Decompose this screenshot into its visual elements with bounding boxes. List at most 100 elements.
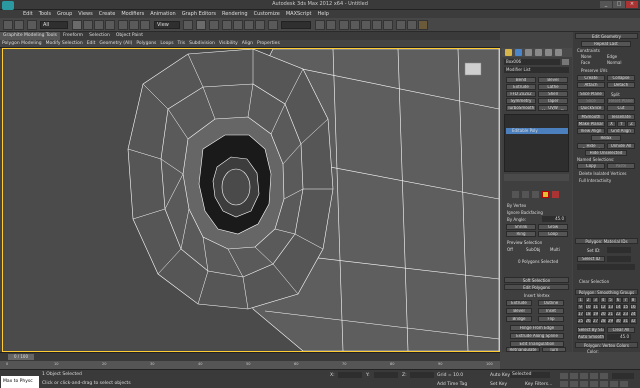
- smoothing-group-button[interactable]: 29: [607, 318, 614, 324]
- hide-unselected-button[interactable]: Hide Unselected: [585, 150, 627, 156]
- select-manipulate-icon[interactable]: [196, 20, 206, 30]
- paste-button[interactable]: Paste: [607, 163, 635, 169]
- align-icon[interactable]: [326, 20, 336, 30]
- stack-item-editable-poly[interactable]: Editable Poly: [506, 128, 568, 134]
- by-angle-checkbox[interactable]: By Angle:: [507, 217, 526, 222]
- smoothing-group-button[interactable]: 3: [592, 297, 599, 303]
- smoothing-group-button[interactable]: 9: [577, 304, 584, 310]
- hierarchy-tab-icon[interactable]: [525, 49, 532, 56]
- menu-group[interactable]: Group: [54, 10, 75, 18]
- selection-filter-dropdown[interactable]: All: [40, 21, 68, 29]
- menu-animation[interactable]: Animation: [147, 10, 179, 18]
- key-mode-dropdown[interactable]: Selected: [510, 372, 550, 378]
- material-ids-rollout[interactable]: Polygon: Material IDs: [575, 238, 638, 244]
- planar-x-button[interactable]: X: [607, 121, 616, 127]
- minimize-button[interactable]: _: [600, 1, 612, 8]
- time-slider-thumb[interactable]: 0 / 100: [8, 354, 34, 360]
- scale-icon[interactable]: [140, 20, 150, 30]
- extrude-mod-button[interactable]: Extrude: [506, 84, 536, 90]
- quickslice-button[interactable]: QuickSlice: [577, 105, 605, 111]
- auto-key-button[interactable]: Auto Key: [490, 373, 510, 378]
- clear-all-button[interactable]: Clear All: [607, 327, 635, 333]
- ribbon-tris[interactable]: Tris: [176, 40, 188, 48]
- tab-graphite-modeling-tools[interactable]: Graphite Modeling Tools: [0, 32, 61, 40]
- keyboard-shortcut-icon[interactable]: [209, 20, 219, 30]
- zoom-extents-icon[interactable]: [580, 381, 588, 387]
- tab-object-paint[interactable]: Object Paint: [113, 32, 146, 40]
- bevel-mod-button[interactable]: Bevel: [538, 77, 568, 83]
- material-editor-icon[interactable]: [383, 20, 393, 30]
- slice-button[interactable]: Slice: [577, 98, 605, 104]
- menu-rendering[interactable]: Rendering: [219, 10, 251, 18]
- move-icon[interactable]: [118, 20, 128, 30]
- smoothing-groups-rollout[interactable]: Polygon: Smoothing Groups: [575, 289, 638, 295]
- turbosmooth-button[interactable]: TurboSmooth: [506, 105, 536, 111]
- inset-button[interactable]: Inset: [538, 308, 564, 314]
- orbit-icon[interactable]: [610, 381, 618, 387]
- vertex-level-icon[interactable]: [512, 191, 519, 198]
- z-coord-field[interactable]: [410, 372, 434, 378]
- symmetry-button[interactable]: Symmetry: [506, 98, 536, 104]
- grow-button[interactable]: Grow: [538, 224, 568, 230]
- field-of-view-icon[interactable]: [590, 381, 598, 387]
- smoothing-group-button[interactable]: 24: [629, 311, 637, 317]
- ribbon-polygons[interactable]: Polygons: [134, 40, 158, 48]
- track-bar[interactable]: 0 10 20 30 40 50 60 70 80 90 100: [0, 361, 500, 369]
- planar-z-button[interactable]: Z: [627, 121, 636, 127]
- insert-vertex-button[interactable]: Insert Vertex: [524, 293, 550, 298]
- full-interactivity-checkbox[interactable]: Full Interactivity: [579, 178, 611, 183]
- smoothing-group-button[interactable]: 7: [622, 297, 629, 303]
- smoothing-group-button[interactable]: 30: [614, 318, 622, 324]
- edge-level-icon[interactable]: [522, 191, 529, 198]
- msmooth-button[interactable]: MSmooth: [577, 114, 605, 120]
- smoothing-group-button[interactable]: 12: [599, 304, 607, 310]
- menu-views[interactable]: Views: [75, 10, 95, 18]
- zoom-icon[interactable]: [560, 381, 568, 387]
- vertex-colors-rollout[interactable]: Polygon: Vertex Colors: [575, 342, 638, 348]
- smoothing-group-button[interactable]: 22: [614, 311, 622, 317]
- go-to-start-icon[interactable]: [560, 373, 568, 379]
- split-checkbox[interactable]: Split: [611, 92, 620, 97]
- next-frame-icon[interactable]: [590, 373, 598, 379]
- element-level-icon[interactable]: [552, 191, 559, 198]
- ribbon-properties[interactable]: Properties: [255, 40, 282, 48]
- grid-align-button[interactable]: Grid Align: [607, 128, 635, 134]
- smoothing-group-button[interactable]: 27: [592, 318, 599, 324]
- smoothing-group-button[interactable]: 26: [584, 318, 592, 324]
- menu-modifiers[interactable]: Modifiers: [118, 10, 147, 18]
- rotate-icon[interactable]: [129, 20, 139, 30]
- menu-tools[interactable]: Tools: [36, 10, 54, 18]
- loop-button[interactable]: Loop: [538, 231, 568, 237]
- cut-button[interactable]: Cut: [607, 105, 635, 111]
- attach-button[interactable]: Attach: [577, 82, 605, 88]
- bevel-button[interactable]: Bevel: [506, 308, 532, 314]
- uvw-mapping-button[interactable]: UVW Mapping Cl: [538, 105, 568, 111]
- smoothing-group-button[interactable]: 13: [607, 304, 614, 310]
- spinner-snap-icon[interactable]: [255, 20, 265, 30]
- reference-coordinate-dropdown[interactable]: View: [154, 21, 180, 29]
- graphite-toggle-icon[interactable]: [350, 20, 360, 30]
- preview-subobj-radio[interactable]: SubObj: [526, 247, 540, 252]
- snap-toggle-icon[interactable]: [222, 20, 232, 30]
- ribbon-modify-selection[interactable]: Modify Selection: [44, 40, 85, 48]
- select-id-button[interactable]: Select ID: [577, 256, 605, 262]
- redo-icon[interactable]: [14, 20, 24, 30]
- constraint-normal-radio[interactable]: Normal: [607, 60, 621, 65]
- smoothing-group-button[interactable]: 16: [629, 304, 637, 310]
- object-color-swatch[interactable]: [562, 59, 569, 65]
- smoothing-group-button[interactable]: 23: [622, 311, 629, 317]
- x-coord-field[interactable]: [338, 372, 362, 378]
- smoothing-group-button[interactable]: 17: [577, 311, 584, 317]
- ribbon-align[interactable]: Align: [240, 40, 255, 48]
- named-selection-dropdown[interactable]: [281, 21, 311, 29]
- ffd-button[interactable]: FFD 2x2x2: [506, 91, 536, 97]
- bend-button[interactable]: Bend: [506, 77, 536, 83]
- smoothing-group-button[interactable]: 28: [599, 318, 607, 324]
- polygon-level-icon[interactable]: [542, 191, 549, 198]
- turn-button[interactable]: Turn: [542, 347, 566, 352]
- ribbon-polygon-modeling[interactable]: Polygon Modeling: [0, 40, 44, 48]
- go-to-end-icon[interactable]: [600, 373, 608, 379]
- make-planar-button[interactable]: Make Planar: [577, 121, 605, 127]
- create-button[interactable]: Create: [577, 75, 605, 81]
- render-setup-icon[interactable]: [396, 20, 406, 30]
